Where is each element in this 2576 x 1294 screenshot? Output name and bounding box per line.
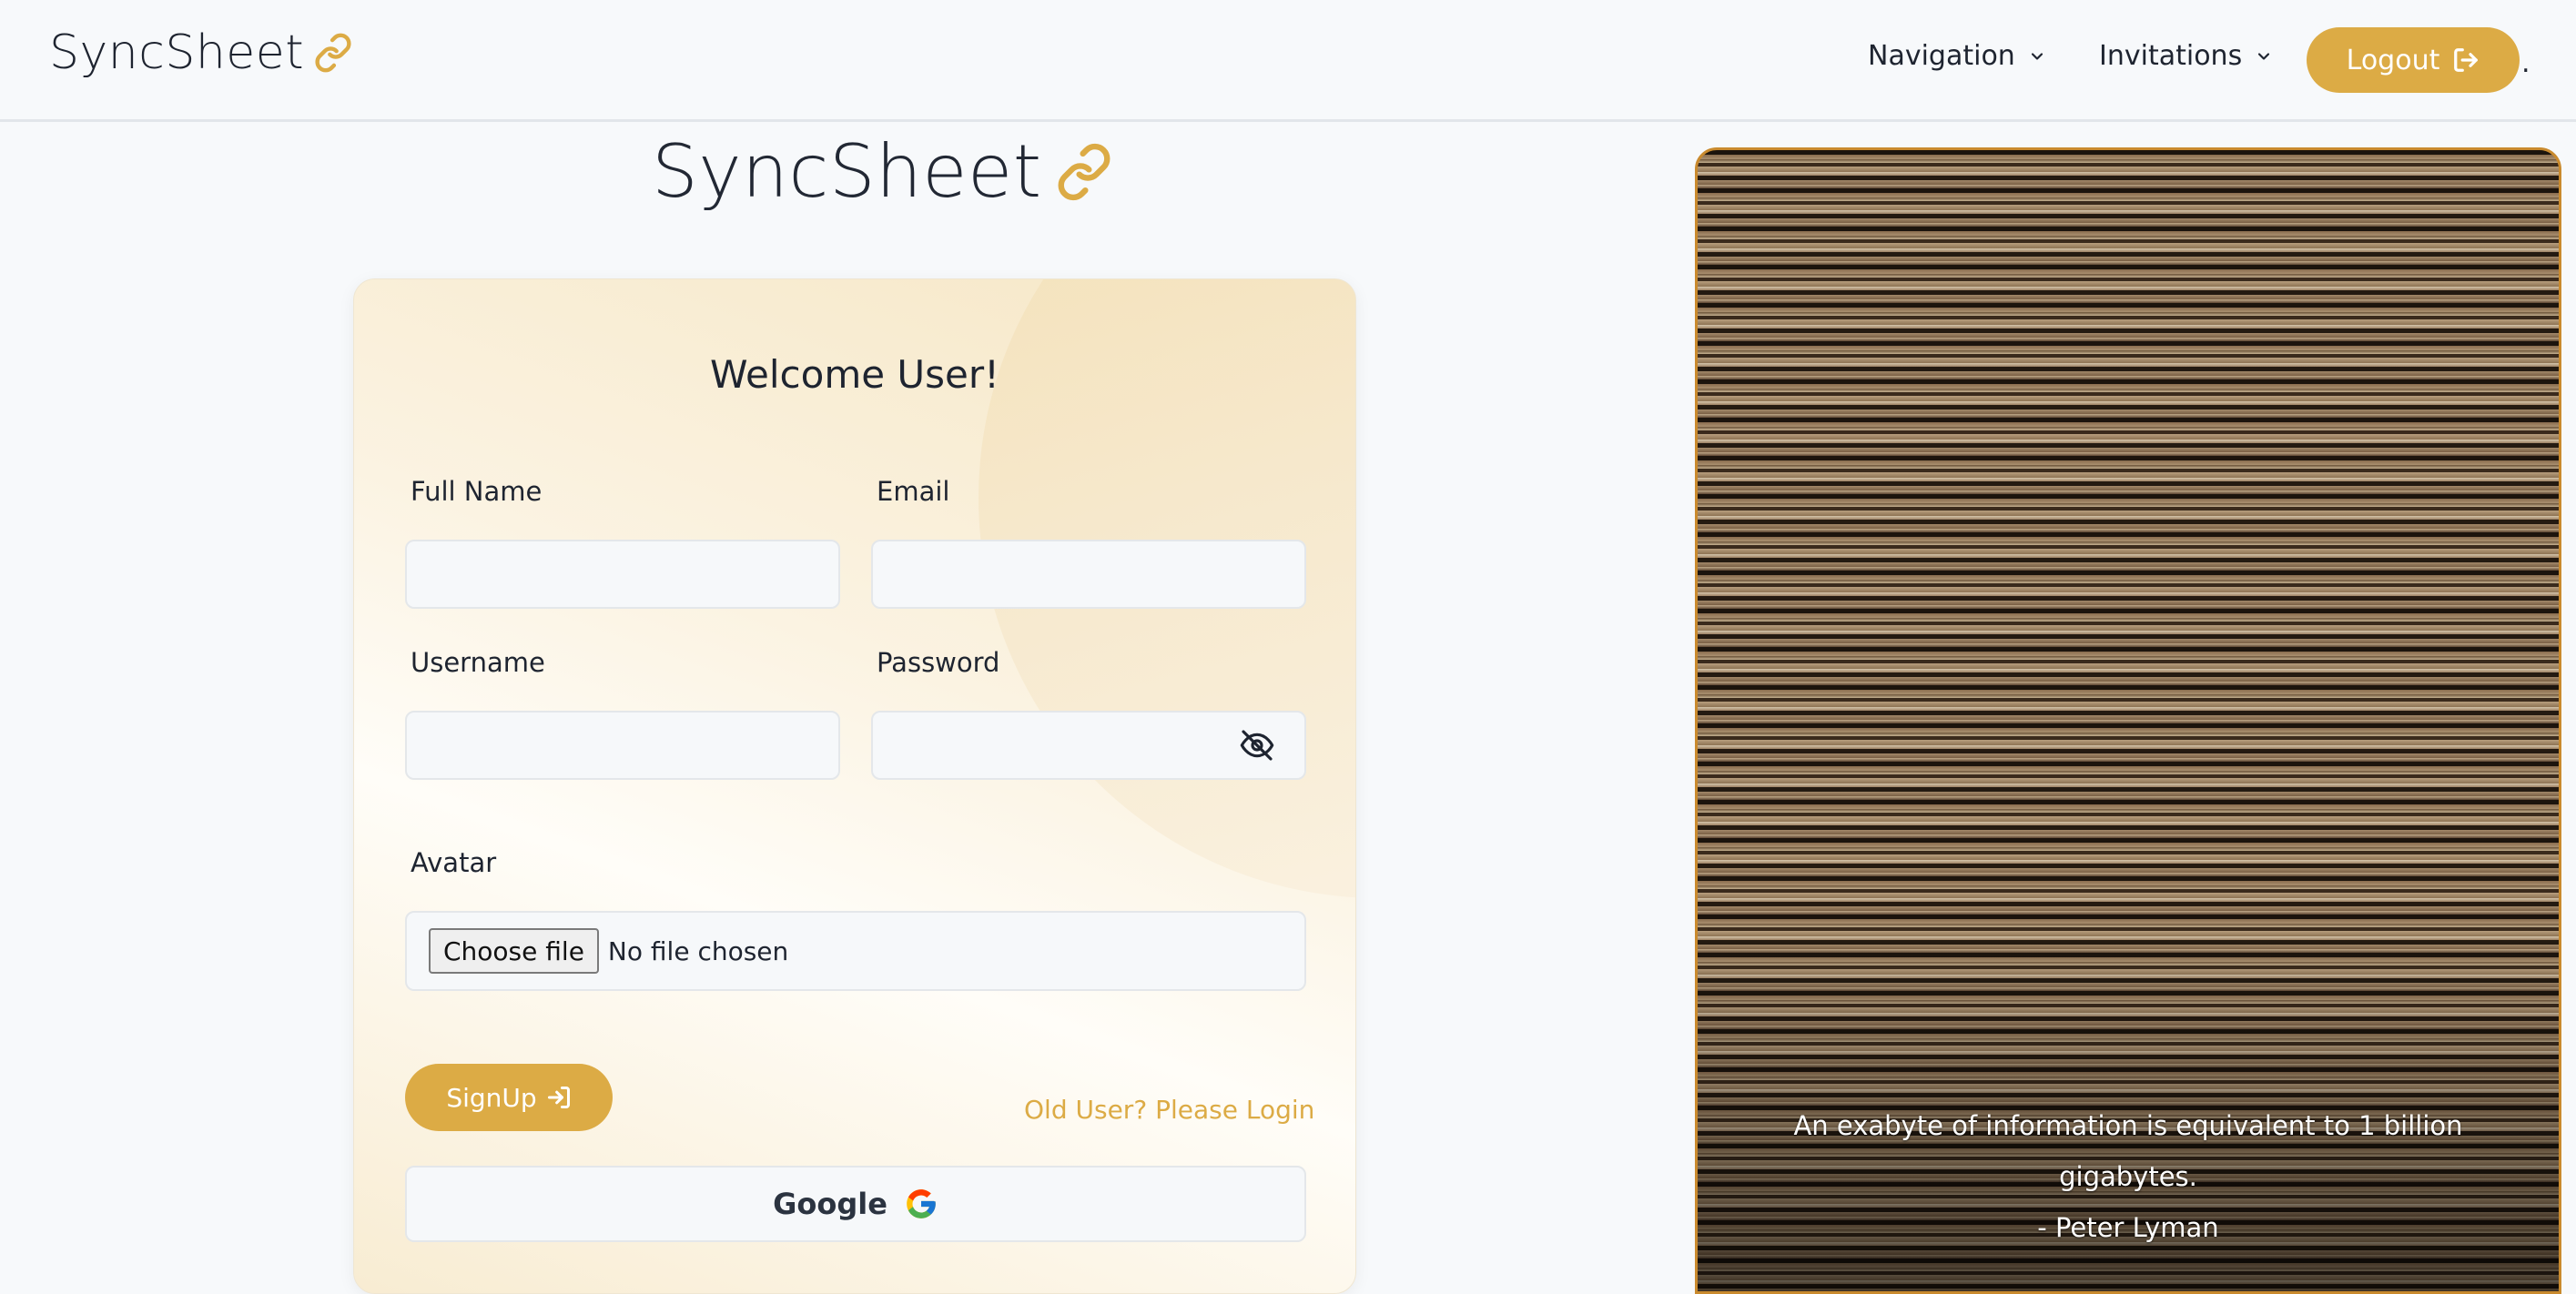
chevron-down-icon [2258,52,2270,60]
avatar-label: Avatar [411,847,497,878]
sign-in-icon [547,1086,570,1109]
choose-file-button[interactable]: Choose file [429,928,599,974]
email-input[interactable] [871,540,1306,609]
email-label: Email [877,476,950,507]
avatar-file-input[interactable]: Choose file No file chosen [405,911,1306,991]
invitations-dropdown[interactable]: Invitations [2099,40,2273,72]
brand-name: SyncSheet [49,25,305,80]
link-icon [313,33,353,73]
navigation-dropdown[interactable]: Navigation [1868,40,2046,72]
logout-label: Logout [2346,44,2440,76]
top-navbar: SyncSheet Navigation Invitations Logout … [0,0,2576,122]
google-signin-button[interactable]: Google [405,1166,1306,1242]
invitations-label: Invitations [2099,40,2243,72]
username-input[interactable] [405,711,840,780]
brand-logo[interactable]: SyncSheet [49,25,353,80]
full-name-input[interactable] [405,540,840,609]
signup-card: Welcome User! Full Name Email Username P… [353,278,1356,1294]
quote-text: An exabyte of information is equivalent … [1793,1110,2463,1192]
signup-label: SignUp [446,1082,537,1113]
hero-logo: SyncSheet [652,129,1113,214]
chevron-down-icon [2031,52,2043,60]
username-label: Username [411,647,545,678]
cardboard-image-panel: An exabyte of information is equivalent … [1695,147,2561,1294]
welcome-heading: Welcome User! [709,352,1000,397]
quote-block: An exabyte of information is equivalent … [1698,1100,2559,1253]
quote-author: - Peter Lyman [2037,1212,2219,1243]
navigation-label: Navigation [1868,40,2015,72]
google-g-icon [907,1189,936,1218]
full-name-label: Full Name [411,476,543,507]
signup-button[interactable]: SignUp [405,1064,613,1131]
eye-slash-icon [1240,730,1274,761]
link-icon [1055,143,1113,201]
hero-title: SyncSheet [652,129,1042,214]
logout-button[interactable]: Logout [2307,27,2520,93]
password-label: Password [877,647,1000,678]
password-visibility-toggle[interactable] [1237,727,1277,763]
trailing-dot: . [2521,47,2530,79]
login-link[interactable]: Old User? Please Login [1024,1095,1314,1125]
sign-out-icon [2454,48,2479,72]
no-file-text: No file chosen [607,935,789,966]
google-label: Google [773,1187,887,1221]
